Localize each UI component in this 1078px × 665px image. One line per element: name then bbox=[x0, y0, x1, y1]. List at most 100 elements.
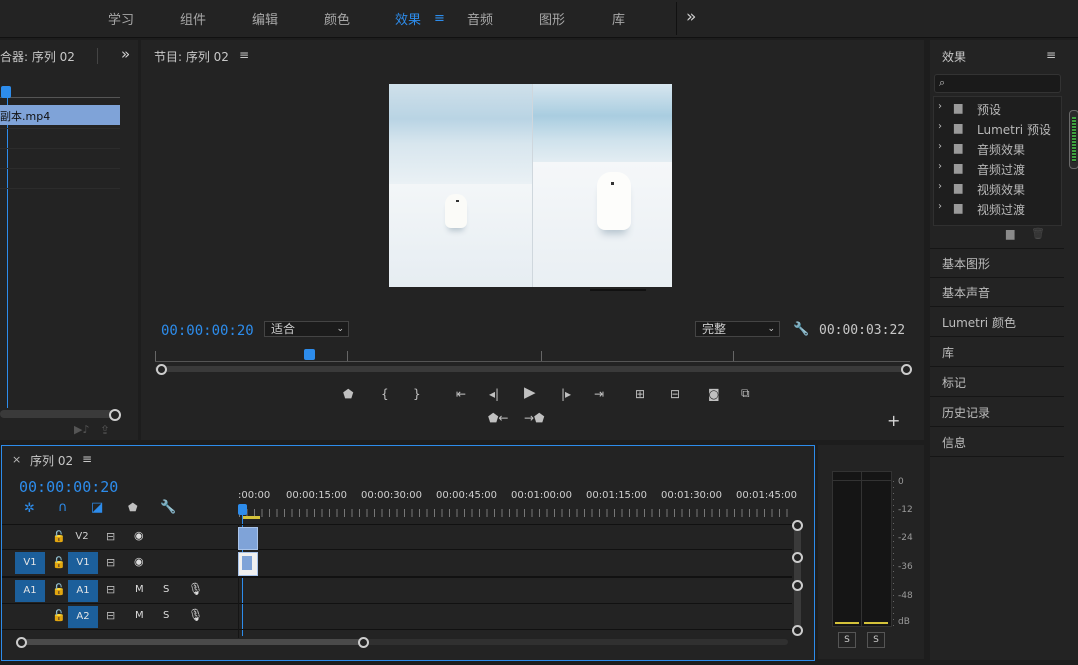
timeline-ruler[interactable] bbox=[239, 509, 792, 517]
effects-folder[interactable]: › ▆ 音频过渡 bbox=[938, 160, 1058, 178]
program-monitor-title[interactable]: 节目: 序列 02 bbox=[154, 48, 229, 65]
eye-icon[interactable]: ◉ bbox=[134, 529, 144, 542]
panel-essential-graphics[interactable]: 基本图形 bbox=[930, 248, 1064, 278]
source-track-a1[interactable]: A1 bbox=[15, 580, 45, 602]
close-icon[interactable]: × bbox=[12, 453, 21, 466]
go-to-in-icon[interactable]: ⇤ bbox=[456, 387, 466, 401]
video-frame[interactable] bbox=[389, 84, 672, 287]
track-a1[interactable]: A1 bbox=[68, 580, 98, 602]
source-panel-title[interactable]: 合器: 序列 02 bbox=[0, 48, 75, 65]
solo-button[interactable]: S bbox=[838, 632, 856, 648]
lift-icon[interactable]: ⊞ bbox=[635, 387, 645, 401]
scrollbar-thumb[interactable] bbox=[20, 639, 365, 645]
scrollbar-handle[interactable] bbox=[792, 580, 803, 591]
workspace-tab-audio[interactable]: 音频 bbox=[467, 9, 493, 28]
step-forward-icon[interactable]: |▸ bbox=[561, 387, 571, 401]
scrollbar-handle[interactable] bbox=[792, 552, 803, 563]
track-v1[interactable]: V1 bbox=[68, 552, 98, 574]
panel-menu-icon[interactable]: ≡ bbox=[1046, 48, 1056, 62]
lock-icon[interactable]: 🔓 bbox=[52, 556, 66, 569]
workspace-menu-icon[interactable]: ≡ bbox=[434, 11, 445, 26]
scrollbar[interactable] bbox=[794, 524, 801, 632]
fit-select[interactable]: 适合 ⌄ bbox=[264, 321, 349, 337]
linked-selection-icon[interactable]: ◪ bbox=[91, 500, 103, 515]
workspace-tab-assembly[interactable]: 组件 bbox=[180, 9, 206, 28]
insert-icon[interactable]: ⬟← bbox=[488, 411, 508, 425]
lock-icon[interactable]: 🔓 bbox=[52, 530, 66, 543]
mark-out-icon[interactable]: } bbox=[413, 387, 421, 401]
insert-icon[interactable]: ▶♪ bbox=[74, 423, 89, 436]
more-workspaces-icon[interactable]: » bbox=[686, 7, 696, 27]
sync-lock-icon[interactable]: ⊟ bbox=[106, 556, 115, 569]
snap-magnet-icon[interactable]: ∩ bbox=[58, 500, 68, 515]
panel-info[interactable]: 信息 bbox=[930, 428, 1064, 457]
panel-libraries[interactable]: 库 bbox=[930, 338, 1064, 367]
clip[interactable]: 副本.mp4 bbox=[0, 105, 120, 125]
sync-lock-icon[interactable]: ⊟ bbox=[106, 609, 115, 622]
timeline-title[interactable]: 序列 02 bbox=[30, 452, 73, 469]
effects-folder[interactable]: › ▆ Lumetri 预设 bbox=[938, 120, 1058, 138]
add-marker-icon[interactable]: ⬟ bbox=[343, 387, 353, 401]
play-icon[interactable]: ▶ bbox=[524, 385, 536, 400]
workspace-tab-libraries[interactable]: 库 bbox=[612, 9, 625, 28]
panel-menu-icon[interactable]: ≡ bbox=[82, 452, 92, 466]
compare-icon[interactable]: ⧉ bbox=[741, 386, 750, 400]
clip[interactable] bbox=[238, 527, 258, 550]
go-to-out-icon[interactable]: ⇥ bbox=[594, 387, 604, 401]
scrollbar-handle[interactable] bbox=[901, 364, 912, 375]
solo-button[interactable]: S bbox=[163, 610, 169, 621]
sync-lock-icon[interactable]: ⊟ bbox=[106, 530, 115, 543]
add-marker-icon[interactable]: ⬟ bbox=[128, 501, 138, 514]
step-back-icon[interactable]: ◂| bbox=[489, 387, 499, 401]
clip[interactable] bbox=[238, 552, 258, 576]
track-v2[interactable]: V2 bbox=[68, 526, 96, 548]
quality-select[interactable]: 完整 ⌄ bbox=[695, 321, 780, 337]
playhead-handle-icon[interactable] bbox=[1, 86, 11, 98]
track-a2[interactable]: A2 bbox=[68, 606, 98, 628]
panel-history[interactable]: 历史记录 bbox=[930, 398, 1064, 427]
wrench-icon[interactable]: 🔧 bbox=[793, 322, 809, 337]
scrollbar-handle[interactable] bbox=[156, 364, 167, 375]
workspace-tab-color[interactable]: 颜色 bbox=[324, 9, 350, 28]
zoom-scrollbar[interactable] bbox=[155, 366, 907, 372]
playhead-timecode[interactable]: 00:00:00:20 bbox=[161, 323, 254, 339]
effects-folder[interactable]: › ▆ 预设 bbox=[938, 100, 1058, 118]
lock-icon[interactable]: 🔓 bbox=[52, 583, 66, 596]
add-button-icon[interactable]: + bbox=[887, 413, 900, 429]
zoom-scrollbar[interactable] bbox=[0, 410, 113, 418]
mute-button[interactable]: M bbox=[135, 584, 144, 595]
extract-icon[interactable]: ⊟ bbox=[670, 387, 680, 401]
mark-in-icon[interactable]: { bbox=[381, 387, 389, 401]
microphone-icon[interactable]: 🎙 bbox=[188, 608, 203, 622]
search-input[interactable]: ⌕ bbox=[934, 74, 1061, 93]
scrollbar[interactable] bbox=[1069, 110, 1078, 169]
scrollbar-handle[interactable] bbox=[109, 409, 121, 421]
nest-icon[interactable]: ✲ bbox=[24, 501, 35, 516]
new-folder-icon[interactable]: ▆ bbox=[1006, 227, 1014, 240]
camera-icon[interactable]: ◙ bbox=[708, 387, 720, 401]
workspace-tab-effects[interactable]: 效果 bbox=[395, 9, 421, 28]
timeline-timecode[interactable]: 00:00:00:20 bbox=[19, 478, 118, 496]
export-icon[interactable]: ⇪ bbox=[100, 423, 110, 437]
more-panels-icon[interactable]: » bbox=[121, 45, 130, 63]
workspace-tab-editing[interactable]: 编辑 bbox=[252, 9, 278, 28]
effects-panel-title[interactable]: 效果 bbox=[942, 48, 966, 65]
eye-icon[interactable]: ◉ bbox=[134, 555, 144, 568]
scrollbar-handle[interactable] bbox=[792, 625, 803, 636]
scrollbar-handle[interactable] bbox=[16, 637, 27, 648]
source-track-v1[interactable]: V1 bbox=[15, 552, 45, 574]
workspace-tab-graphics[interactable]: 图形 bbox=[539, 9, 565, 28]
trash-icon[interactable]: 🗑 bbox=[1031, 227, 1045, 240]
mute-button[interactable]: M bbox=[135, 610, 144, 621]
panel-menu-icon[interactable]: ≡ bbox=[239, 48, 249, 62]
lock-icon[interactable]: 🔓 bbox=[52, 609, 66, 622]
playhead-handle-icon[interactable] bbox=[304, 349, 315, 360]
scrollbar-handle[interactable] bbox=[792, 520, 803, 531]
solo-button[interactable]: S bbox=[163, 584, 169, 595]
wrench-icon[interactable]: 🔧 bbox=[160, 500, 176, 515]
sync-lock-icon[interactable]: ⊟ bbox=[106, 583, 115, 596]
effects-folder[interactable]: › ▆ 音频效果 bbox=[938, 140, 1058, 158]
scrollbar-handle[interactable] bbox=[358, 637, 369, 648]
effects-folder[interactable]: › ▆ 视频过渡 bbox=[938, 200, 1058, 218]
workspace-tab-learn[interactable]: 学习 bbox=[108, 9, 134, 28]
